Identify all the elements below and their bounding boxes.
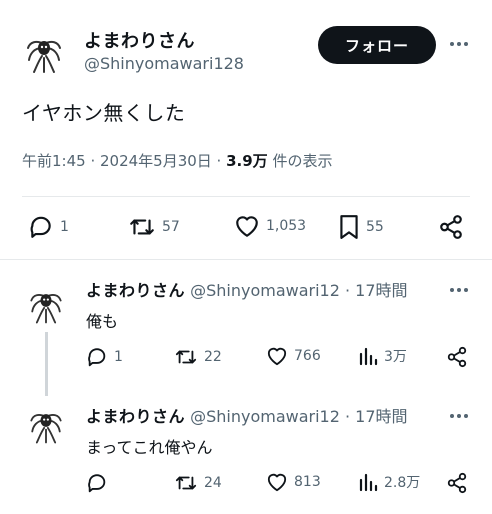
- like-count: 813: [294, 474, 321, 490]
- reply-action-bar: 1 22 766 3万: [0, 346, 492, 376]
- heart-icon: [267, 473, 287, 492]
- views-label: 件の表示: [267, 152, 333, 170]
- more-dots-icon[interactable]: [446, 280, 472, 300]
- views-count: 3万: [384, 349, 407, 365]
- reply-button[interactable]: [86, 472, 114, 494]
- share-icon: [447, 346, 467, 368]
- divider: [0, 259, 492, 260]
- views-button[interactable]: 2.8万: [358, 472, 420, 492]
- retweet-button[interactable]: 22: [174, 346, 222, 368]
- share-button[interactable]: [446, 472, 468, 494]
- retweet-count: 57: [162, 219, 180, 235]
- bar-chart-icon: [359, 347, 378, 366]
- reply-button[interactable]: 1: [28, 214, 69, 240]
- reply-action-bar: 24 813 2.8万: [0, 472, 492, 502]
- tweet-meta: 午前1:45 · 2024年5月30日 · 3.9万 件の表示: [22, 150, 332, 171]
- tweet-text: イヤホン無くした: [22, 101, 186, 125]
- heart-icon: [267, 347, 287, 366]
- speech-bubble-icon: [88, 348, 106, 367]
- reply-text: 俺も: [86, 312, 119, 331]
- more-dots-icon[interactable]: [446, 32, 472, 56]
- handle-and-time[interactable]: @Shinyomawari12 · 17時間: [185, 281, 407, 300]
- avatar[interactable]: [24, 404, 68, 448]
- views-button[interactable]: 3万: [358, 346, 407, 366]
- share-button[interactable]: [446, 346, 468, 368]
- retweet-button[interactable]: 57: [128, 214, 180, 240]
- retweet-count: 24: [204, 475, 222, 491]
- retweet-icon: [175, 350, 197, 364]
- user-handle[interactable]: @Shinyomawari128: [84, 54, 244, 73]
- like-button[interactable]: 766: [266, 346, 321, 366]
- bookmark-button[interactable]: 55: [338, 214, 384, 240]
- retweet-button[interactable]: 24: [174, 472, 222, 494]
- main-action-bar: 1 57 1,053 55: [0, 214, 492, 244]
- follow-button[interactable]: フォロー: [318, 26, 436, 64]
- display-name[interactable]: よまわりさん: [86, 407, 185, 426]
- share-button[interactable]: [438, 214, 464, 240]
- divider: [22, 196, 470, 197]
- avatar[interactable]: [24, 284, 68, 328]
- creature-avatar-icon: [24, 284, 68, 328]
- views-count: 2.8万: [384, 475, 421, 491]
- handle-and-time[interactable]: @Shinyomawari12 · 17時間: [185, 407, 407, 426]
- heart-icon: [236, 216, 258, 237]
- timestamp[interactable]: 午前1:45 · 2024年5月30日 ·: [22, 152, 226, 170]
- bookmark-count: 55: [366, 219, 384, 235]
- reply-header: よまわりさん @Shinyomawari12 · 17時間: [86, 403, 408, 427]
- creature-avatar-icon: [24, 404, 68, 448]
- reply-header: よまわりさん @Shinyomawari12 · 17時間: [86, 277, 408, 301]
- like-count: 1,053: [266, 218, 307, 234]
- like-count: 766: [294, 348, 321, 364]
- avatar[interactable]: [20, 30, 68, 78]
- like-button[interactable]: 813: [266, 472, 321, 492]
- more-dots-icon[interactable]: [446, 406, 472, 426]
- reply-text: まってこれ俺やん: [86, 438, 213, 457]
- bar-chart-icon: [359, 473, 378, 492]
- share-icon: [440, 215, 462, 239]
- reply-count: 1: [60, 219, 69, 235]
- share-icon: [447, 472, 467, 494]
- bottom-edge: [0, 508, 492, 514]
- retweet-icon: [130, 219, 154, 235]
- retweet-count: 22: [204, 349, 222, 365]
- retweet-icon: [175, 476, 197, 490]
- display-name[interactable]: よまわりさん: [84, 27, 195, 53]
- creature-avatar-icon: [20, 30, 68, 78]
- reply-count: 1: [114, 349, 123, 365]
- display-name[interactable]: よまわりさん: [86, 281, 185, 300]
- bookmark-icon: [340, 215, 358, 239]
- views-count: 3.9万: [226, 152, 268, 170]
- reply-button[interactable]: 1: [86, 346, 123, 368]
- speech-bubble-icon: [30, 216, 51, 238]
- speech-bubble-icon: [88, 474, 106, 493]
- like-button[interactable]: 1,053: [234, 214, 306, 238]
